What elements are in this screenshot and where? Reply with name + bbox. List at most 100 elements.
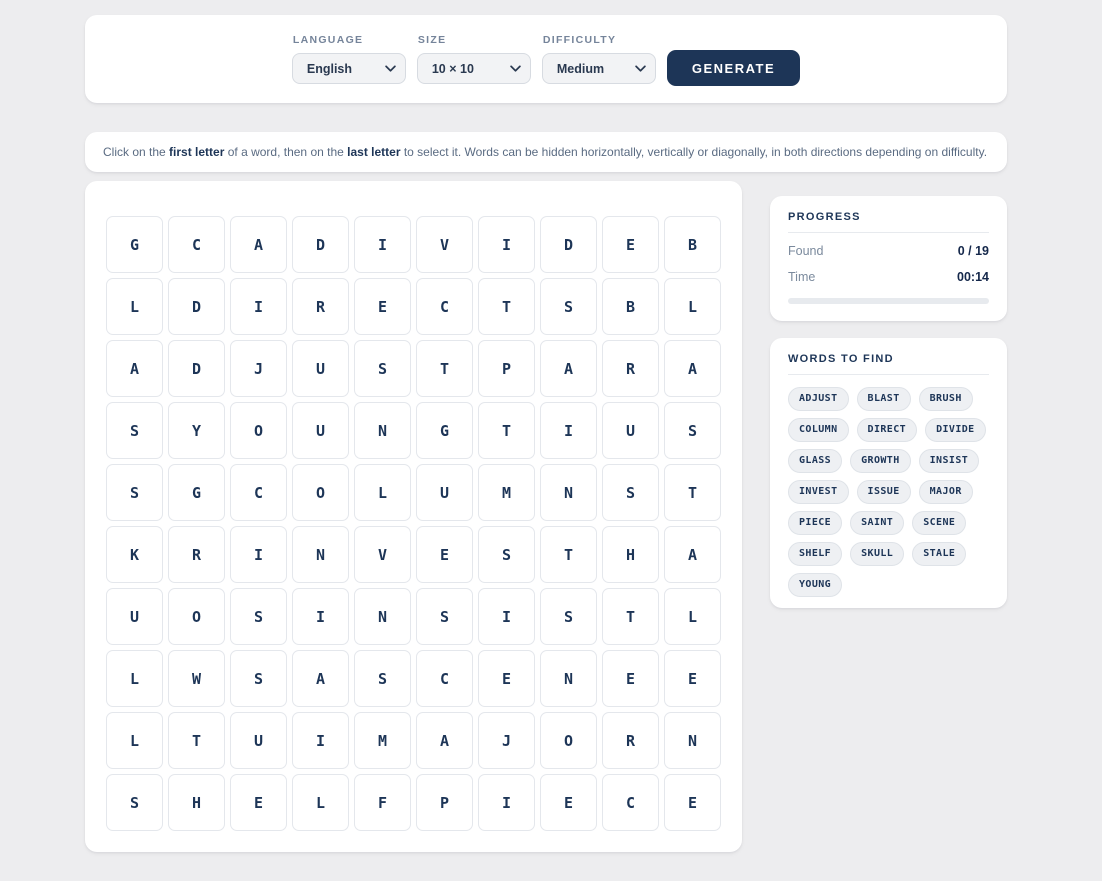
grid-cell[interactable]: R xyxy=(602,340,659,397)
grid-cell[interactable]: N xyxy=(540,464,597,521)
grid-cell[interactable]: S xyxy=(540,588,597,645)
grid-cell[interactable]: I xyxy=(354,216,411,273)
grid-cell[interactable]: L xyxy=(292,774,349,831)
grid-cell[interactable]: L xyxy=(354,464,411,521)
grid-cell[interactable]: A xyxy=(664,526,721,583)
grid-cell[interactable]: T xyxy=(664,464,721,521)
grid-cell[interactable]: I xyxy=(478,774,535,831)
grid-cell[interactable]: S xyxy=(106,464,163,521)
grid-cell[interactable]: A xyxy=(230,216,287,273)
grid-cell[interactable]: M xyxy=(354,712,411,769)
grid-cell[interactable]: N xyxy=(540,650,597,707)
grid-cell[interactable]: E xyxy=(416,526,473,583)
grid-cell[interactable]: C xyxy=(416,278,473,335)
grid-cell[interactable]: L xyxy=(664,588,721,645)
grid-cell[interactable]: S xyxy=(230,650,287,707)
grid-cell[interactable]: S xyxy=(664,402,721,459)
grid-cell[interactable]: U xyxy=(292,340,349,397)
grid-cell[interactable]: E xyxy=(602,650,659,707)
grid-cell[interactable]: Y xyxy=(168,402,225,459)
grid-cell[interactable]: S xyxy=(602,464,659,521)
grid-cell[interactable]: G xyxy=(106,216,163,273)
grid-cell[interactable]: V xyxy=(354,526,411,583)
grid-cell[interactable]: S xyxy=(354,340,411,397)
grid-cell[interactable]: S xyxy=(416,588,473,645)
grid-cell[interactable]: U xyxy=(602,402,659,459)
grid-cell[interactable]: B xyxy=(664,216,721,273)
grid-cell[interactable]: C xyxy=(602,774,659,831)
grid-cell[interactable]: I xyxy=(292,588,349,645)
grid-cell[interactable]: I xyxy=(478,216,535,273)
grid-cell[interactable]: E xyxy=(664,650,721,707)
grid-cell[interactable]: U xyxy=(292,402,349,459)
grid-cell[interactable]: N xyxy=(354,402,411,459)
grid-cell[interactable]: P xyxy=(478,340,535,397)
grid-cell[interactable]: L xyxy=(106,712,163,769)
grid-cell[interactable]: N xyxy=(664,712,721,769)
grid-cell[interactable]: E xyxy=(540,774,597,831)
grid-cell[interactable]: T xyxy=(478,402,535,459)
grid-cell[interactable]: U xyxy=(106,588,163,645)
grid-cell[interactable]: E xyxy=(478,650,535,707)
grid-cell[interactable]: G xyxy=(168,464,225,521)
grid-cell[interactable]: M xyxy=(478,464,535,521)
grid-cell[interactable]: R xyxy=(292,278,349,335)
grid-cell[interactable]: J xyxy=(478,712,535,769)
language-select[interactable]: English xyxy=(292,53,406,84)
grid-cell[interactable]: O xyxy=(168,588,225,645)
generate-button[interactable]: GENERATE xyxy=(667,50,800,86)
difficulty-select[interactable]: Medium xyxy=(542,53,656,84)
grid-cell[interactable]: S xyxy=(106,774,163,831)
grid-cell[interactable]: R xyxy=(168,526,225,583)
grid-cell[interactable]: I xyxy=(540,402,597,459)
grid-cell[interactable]: T xyxy=(478,278,535,335)
grid-cell[interactable]: L xyxy=(106,650,163,707)
grid-cell[interactable]: S xyxy=(106,402,163,459)
grid-cell[interactable]: V xyxy=(416,216,473,273)
grid-cell[interactable]: L xyxy=(106,278,163,335)
grid-cell[interactable]: H xyxy=(168,774,225,831)
grid-cell[interactable]: R xyxy=(602,712,659,769)
grid-cell[interactable]: S xyxy=(230,588,287,645)
grid-cell[interactable]: T xyxy=(168,712,225,769)
grid-cell[interactable]: L xyxy=(664,278,721,335)
grid-cell[interactable]: N xyxy=(354,588,411,645)
grid-cell[interactable]: I xyxy=(292,712,349,769)
grid-cell[interactable]: C xyxy=(416,650,473,707)
grid-cell[interactable]: H xyxy=(602,526,659,583)
grid-cell[interactable]: S xyxy=(540,278,597,335)
grid-cell[interactable]: T xyxy=(540,526,597,583)
grid-cell[interactable]: N xyxy=(292,526,349,583)
grid-cell[interactable]: B xyxy=(602,278,659,335)
grid-cell[interactable]: T xyxy=(416,340,473,397)
grid-cell[interactable]: U xyxy=(416,464,473,521)
grid-cell[interactable]: A xyxy=(664,340,721,397)
grid-cell[interactable]: C xyxy=(230,464,287,521)
grid-cell[interactable]: G xyxy=(416,402,473,459)
grid-cell[interactable]: O xyxy=(540,712,597,769)
size-select[interactable]: 10 × 10 xyxy=(417,53,531,84)
grid-cell[interactable]: U xyxy=(230,712,287,769)
grid-cell[interactable]: D xyxy=(168,278,225,335)
grid-cell[interactable]: P xyxy=(416,774,473,831)
grid-cell[interactable]: D xyxy=(292,216,349,273)
grid-cell[interactable]: I xyxy=(230,526,287,583)
grid-cell[interactable]: A xyxy=(416,712,473,769)
grid-cell[interactable]: E xyxy=(602,216,659,273)
grid-cell[interactable]: K xyxy=(106,526,163,583)
grid-cell[interactable]: A xyxy=(106,340,163,397)
grid-cell[interactable]: I xyxy=(478,588,535,645)
grid-cell[interactable]: A xyxy=(292,650,349,707)
grid-cell[interactable]: T xyxy=(602,588,659,645)
grid-cell[interactable]: D xyxy=(540,216,597,273)
grid-cell[interactable]: E xyxy=(230,774,287,831)
grid-cell[interactable]: W xyxy=(168,650,225,707)
grid-cell[interactable]: D xyxy=(168,340,225,397)
grid-cell[interactable]: F xyxy=(354,774,411,831)
grid-cell[interactable]: J xyxy=(230,340,287,397)
grid-cell[interactable]: E xyxy=(354,278,411,335)
grid-cell[interactable]: E xyxy=(664,774,721,831)
grid-cell[interactable]: S xyxy=(354,650,411,707)
grid-cell[interactable]: S xyxy=(478,526,535,583)
grid-cell[interactable]: C xyxy=(168,216,225,273)
